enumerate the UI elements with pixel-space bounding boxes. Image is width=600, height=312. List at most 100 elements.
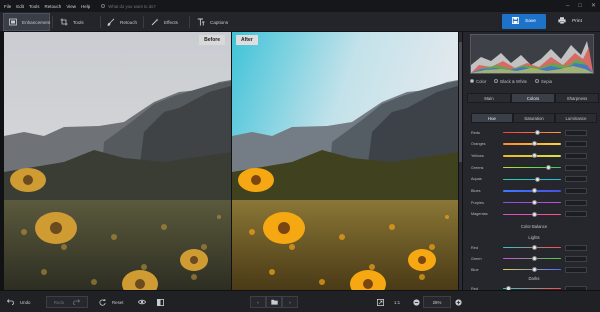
search-input[interactable]: What do you want to do? xyxy=(108,4,156,9)
tab-retouch-label: Retouch xyxy=(120,19,138,25)
slider-track[interactable] xyxy=(503,153,561,159)
slider-track[interactable] xyxy=(503,141,561,147)
tab-colors[interactable]: Colors xyxy=(511,93,555,103)
hue-slider-yellows[interactable]: Yellows xyxy=(471,151,597,160)
slider-value-field[interactable] xyxy=(565,141,587,148)
image-canvas[interactable]: Before After xyxy=(0,32,462,290)
hue-slider-purples[interactable]: Purples xyxy=(471,198,597,207)
undo-button[interactable]: Undo xyxy=(6,296,31,308)
tab-enhancement[interactable]: Enhancement xyxy=(3,13,50,31)
tab-captions[interactable]: Captions xyxy=(191,13,237,31)
slider-knob[interactable] xyxy=(532,211,538,217)
tab-sharpness[interactable]: Sharpness xyxy=(555,93,599,103)
tab-tools[interactable]: Tools xyxy=(54,13,100,31)
slider-knob[interactable] xyxy=(532,266,538,272)
radio-color[interactable]: Color xyxy=(470,79,486,84)
slider-track[interactable] xyxy=(503,164,561,170)
hue-slider-greens[interactable]: Greens xyxy=(471,163,597,172)
slider-value-field[interactable] xyxy=(565,244,587,251)
hue-slider-reds[interactable]: Reds xyxy=(471,128,597,137)
compare-button[interactable] xyxy=(156,296,164,308)
lights-slider-blue[interactable]: Blue xyxy=(471,265,597,274)
preview-eye-button[interactable] xyxy=(138,296,146,308)
slider-value-field[interactable] xyxy=(565,199,587,206)
menu-view[interactable]: View xyxy=(66,4,76,9)
close-icon[interactable]: ✕ xyxy=(591,2,596,10)
zoom-in-button[interactable] xyxy=(454,296,462,308)
fit-to-screen-button[interactable] xyxy=(376,296,384,308)
slider-track[interactable] xyxy=(503,266,561,272)
maximize-icon[interactable]: □ xyxy=(578,2,582,10)
menu-retouch[interactable]: Retouch xyxy=(45,4,62,9)
slider-knob[interactable] xyxy=(532,188,538,194)
tab-retouch[interactable]: Retouch xyxy=(101,13,143,31)
slider-track[interactable] xyxy=(503,176,561,182)
slider-track[interactable] xyxy=(503,199,561,205)
radio-black-white[interactable]: Black & White xyxy=(494,79,527,84)
undo-icon xyxy=(6,298,14,306)
slider-value-field[interactable] xyxy=(565,129,587,136)
toolbar: Enhancement Tools Retouch Effects Captio… xyxy=(0,12,600,32)
tab-main[interactable]: Main xyxy=(467,93,511,103)
slider-track[interactable] xyxy=(503,129,561,135)
radio-sepia[interactable]: Sepia xyxy=(535,79,552,84)
next-image-button[interactable]: › xyxy=(282,296,298,308)
minimize-icon[interactable]: – xyxy=(566,2,569,10)
tab-hue[interactable]: Hue xyxy=(471,113,513,123)
tab-luminance[interactable]: Luminance xyxy=(555,113,597,123)
hue-slider-oranges[interactable]: Oranges xyxy=(471,140,597,149)
hue-slider-aquas[interactable]: Aquas xyxy=(471,175,597,184)
slider-value-field[interactable] xyxy=(565,188,587,194)
save-button[interactable]: Save xyxy=(502,14,546,29)
slider-knob[interactable] xyxy=(532,255,538,261)
menu-tools[interactable]: Tools xyxy=(29,4,40,9)
menu-file[interactable]: File xyxy=(4,4,11,9)
menu-bar: File Edit Tools Retouch View Help What d… xyxy=(0,0,600,12)
slider-knob[interactable] xyxy=(532,244,538,250)
reset-icon xyxy=(98,298,106,306)
fit-screen-icon xyxy=(376,298,384,306)
thumbnails-button[interactable] xyxy=(266,296,282,308)
slider-value-field[interactable] xyxy=(565,211,587,218)
slider-track[interactable] xyxy=(503,211,561,217)
menu-help[interactable]: Help xyxy=(81,4,90,9)
slider-track[interactable] xyxy=(503,244,561,250)
after-label: After xyxy=(236,35,258,45)
slider-knob[interactable] xyxy=(532,141,538,147)
search-box[interactable]: What do you want to do? xyxy=(101,4,156,9)
lights-slider-green[interactable]: Green xyxy=(471,254,597,263)
slider-track[interactable] xyxy=(503,255,561,261)
redo-button[interactable]: Redo xyxy=(46,296,88,308)
slider-knob[interactable] xyxy=(535,176,541,182)
slider-track[interactable] xyxy=(503,188,561,194)
save-label: Save xyxy=(525,19,536,24)
hue-slider-blues[interactable]: Blues xyxy=(471,187,597,196)
slider-knob[interactable] xyxy=(532,199,538,205)
slider-value-field[interactable] xyxy=(565,266,587,273)
slider-value-field[interactable] xyxy=(565,164,587,171)
tab-effects[interactable]: Effects xyxy=(145,13,187,31)
slider-label: Blue xyxy=(471,267,479,272)
slider-label: Green xyxy=(471,256,482,261)
redo-icon xyxy=(72,298,80,306)
reset-button[interactable]: Reset xyxy=(98,296,123,308)
tab-saturation[interactable]: Saturation xyxy=(513,113,555,123)
histogram xyxy=(470,34,594,74)
actual-size-button[interactable]: 1:1 xyxy=(394,296,400,308)
lights-slider-red[interactable]: Red xyxy=(471,243,597,252)
slider-label: Oranges xyxy=(471,142,486,147)
hue-slider-magentas[interactable]: Magentas xyxy=(471,210,597,219)
slider-value-field[interactable] xyxy=(565,255,587,262)
before-label: Before xyxy=(199,35,225,45)
zoom-level-field[interactable]: 26% xyxy=(423,296,451,308)
zoom-out-button[interactable] xyxy=(412,296,420,308)
enhance-icon xyxy=(9,18,17,27)
slider-value-field[interactable] xyxy=(565,152,587,159)
prev-image-button[interactable]: ‹ xyxy=(250,296,266,308)
slider-knob[interactable] xyxy=(545,164,551,170)
slider-value-field[interactable] xyxy=(565,176,587,183)
menu-edit[interactable]: Edit xyxy=(16,4,24,9)
slider-knob[interactable] xyxy=(532,153,538,159)
slider-knob[interactable] xyxy=(535,129,541,135)
print-button[interactable]: Print xyxy=(550,14,590,29)
